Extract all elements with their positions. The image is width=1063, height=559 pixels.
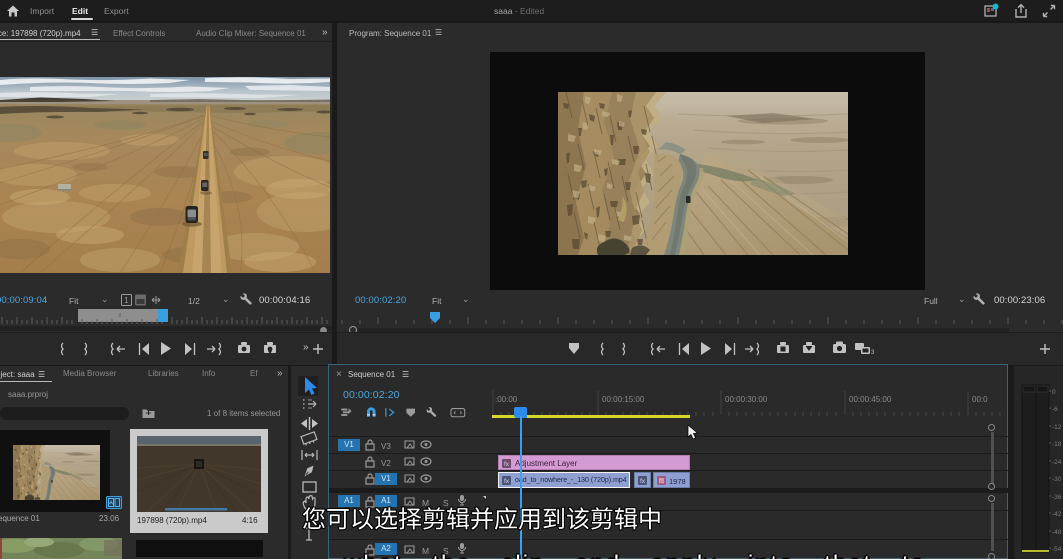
- svg-text:»: »: [303, 342, 309, 353]
- svg-text:fx: fx: [640, 478, 646, 485]
- svg-text:-48: -48: [1052, 529, 1062, 536]
- svg-text:-24: -24: [1052, 459, 1062, 466]
- svg-text:1: 1: [124, 296, 129, 305]
- svg-text:00:00:30:00: 00:00:30:00: [725, 395, 768, 404]
- svg-text:-36: -36: [1052, 494, 1062, 501]
- svg-text:00:00:15:00: 00:00:15:00: [602, 395, 645, 404]
- svg-text:3: 3: [871, 350, 875, 356]
- svg-text:-18: -18: [1052, 441, 1062, 448]
- svg-text:-42: -42: [1052, 511, 1062, 518]
- svg-text::00:00: :00:00: [495, 395, 518, 404]
- svg-text:V3: V3: [381, 442, 391, 451]
- svg-text:-30: -30: [1052, 476, 1062, 483]
- svg-text:fx: fx: [504, 461, 510, 468]
- svg-text:-54: -54: [1052, 546, 1062, 553]
- svg-text:00:00:45:00: 00:00:45:00: [849, 395, 892, 404]
- svg-text:-12: -12: [1052, 424, 1062, 431]
- svg-text:fx: fx: [504, 478, 510, 485]
- svg-text:图: 图: [658, 478, 664, 485]
- svg-text:0: 0: [1052, 389, 1056, 396]
- svg-text:V2: V2: [381, 459, 391, 468]
- svg-text:-6: -6: [1052, 406, 1058, 413]
- svg-text:00:0: 00:0: [972, 395, 988, 404]
